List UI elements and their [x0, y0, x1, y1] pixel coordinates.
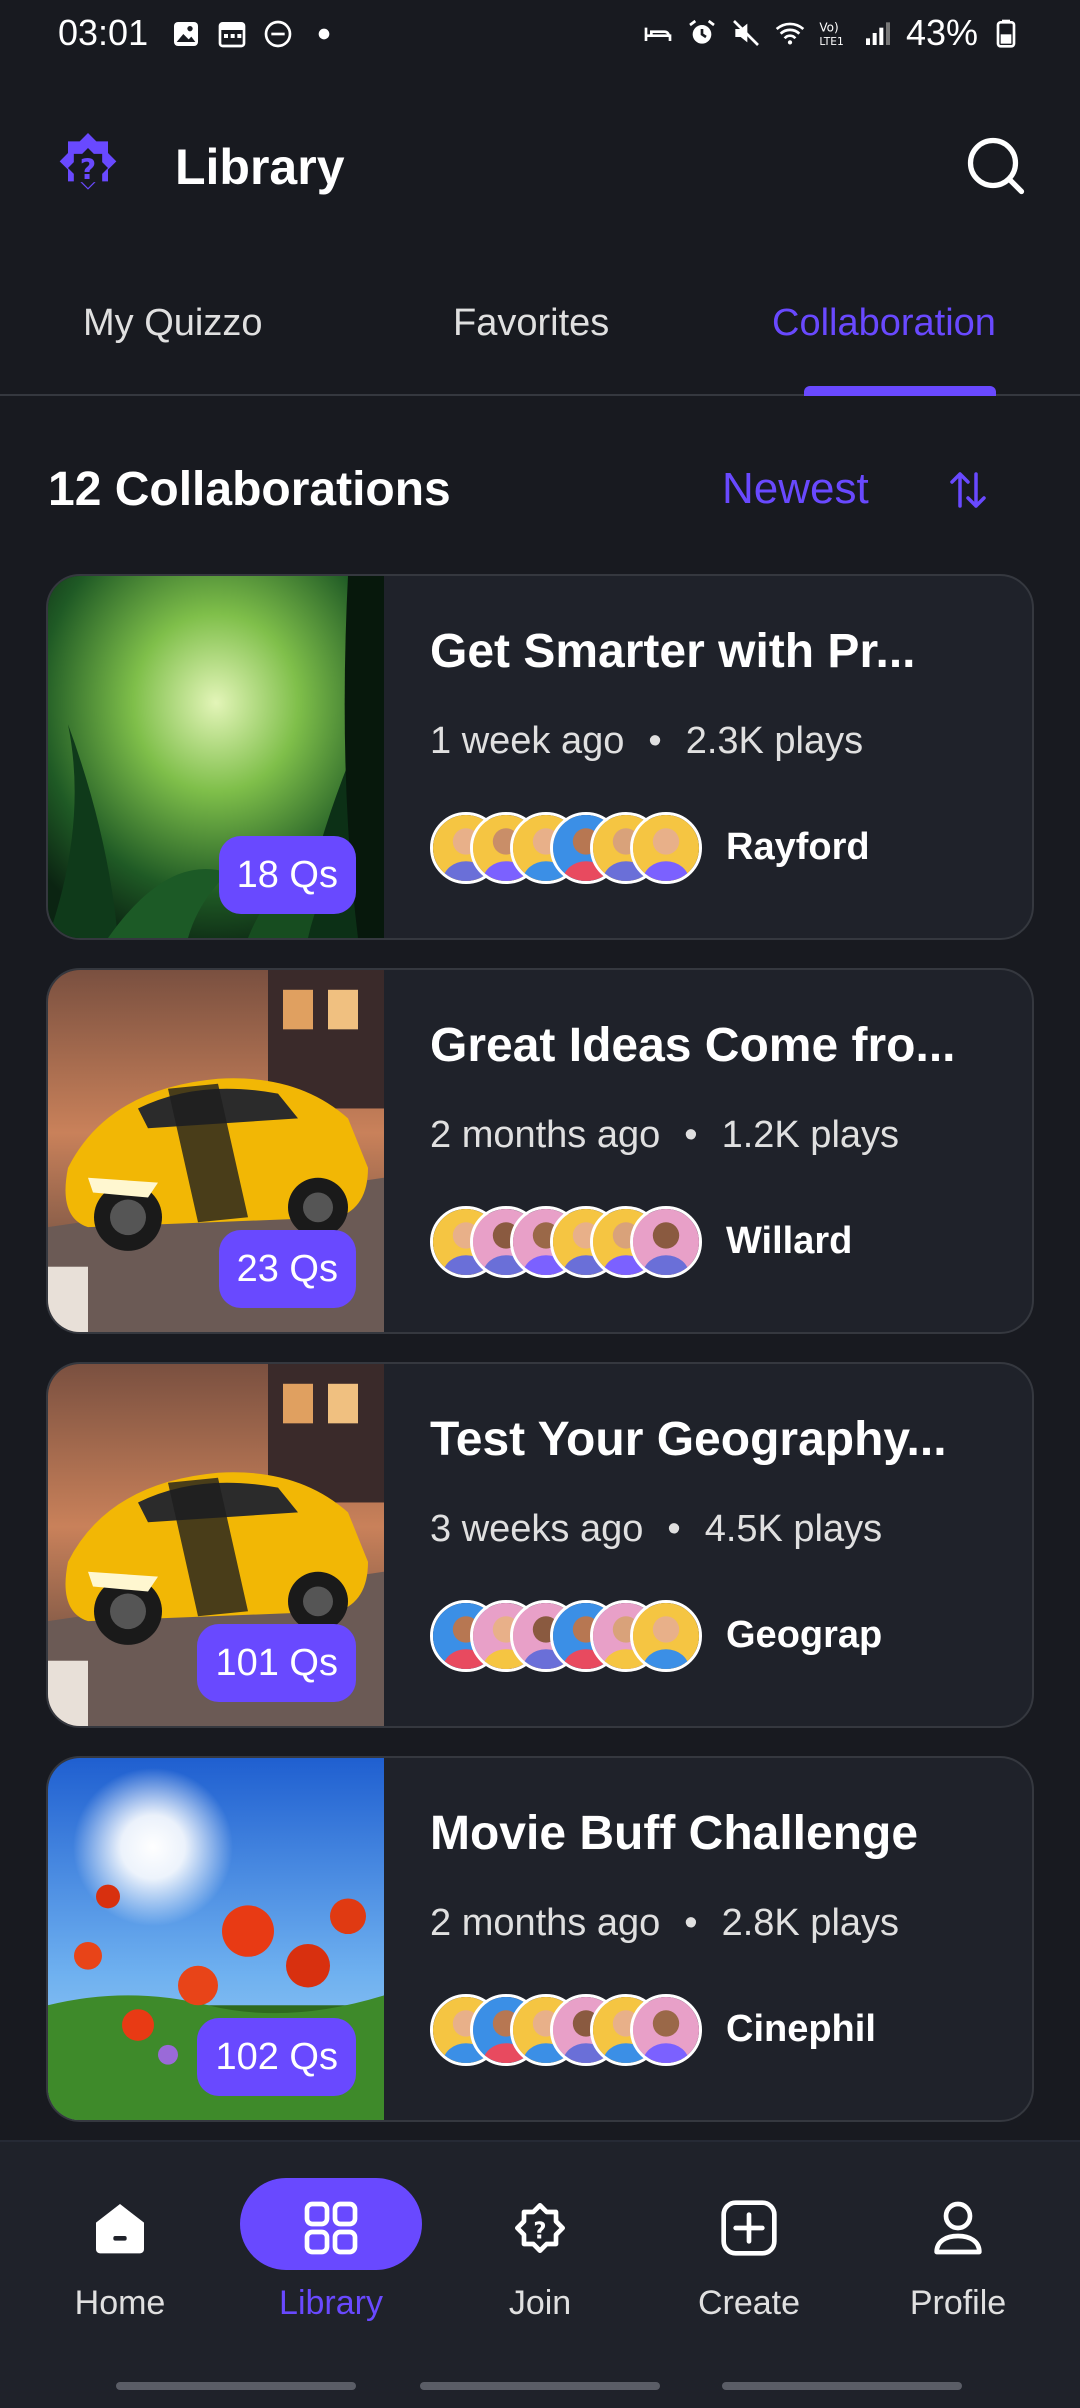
svg-text:Vo): Vo) — [819, 21, 838, 35]
app-header: ? Library — [0, 120, 1080, 220]
quiz-plays: 4.5K plays — [704, 1508, 883, 1550]
volte-icon: Vo)LTE1 — [819, 21, 844, 48]
active-tab-indicator — [804, 386, 996, 396]
sort-arrows-icon[interactable] — [944, 466, 992, 514]
quiz-time: 2 months ago — [430, 1902, 661, 1944]
author-name: Willard — [726, 1220, 853, 1262]
question-count-badge: 23 Qs — [218, 1230, 356, 1308]
plus-square-icon — [721, 2200, 777, 2256]
user-icon — [934, 2201, 982, 2255]
gesture-bar-center — [420, 2382, 660, 2390]
nav-library[interactable]: Library — [241, 2182, 421, 2323]
sort-button[interactable]: Newest — [722, 464, 869, 514]
battery-percent: 43% — [905, 12, 978, 53]
nav-label-home: Home — [74, 2284, 166, 2322]
status-bar: 03:01 Vo) LTE1 43% — [0, 0, 1080, 70]
nav-create[interactable]: Create — [659, 2182, 839, 2323]
dot-icon — [318, 28, 330, 40]
nav-profile[interactable]: Profile — [868, 2182, 1048, 2323]
quiz-meta: 3 weeks ago • 4.5K plays — [430, 1508, 882, 1551]
wifi-icon — [775, 22, 805, 45]
mute-icon — [732, 20, 759, 46]
bottom-navigation: Home Library ? Join Create Profile — [0, 2140, 1080, 2408]
svg-text:?: ? — [533, 2219, 546, 2245]
svg-text:?: ? — [80, 154, 96, 187]
library-tabs: My Quizzo Favorites Collaboration — [0, 280, 1080, 396]
search-icon[interactable] — [960, 130, 1032, 202]
grid-icon — [304, 2201, 358, 2255]
status-left-icons — [170, 18, 340, 50]
meta-separator: • — [684, 1114, 698, 1156]
meta-separator: • — [667, 1508, 681, 1550]
quiz-thumbnail-jungle: 18 Qs — [48, 576, 384, 938]
section-title: 12 Collaborations — [48, 463, 451, 516]
quiz-meta: 1 week ago • 2.3K plays — [430, 720, 863, 763]
question-count-badge: 18 Qs — [218, 836, 356, 914]
quiz-title: Test Your Geography... — [430, 1413, 947, 1466]
svg-text:LTE1: LTE1 — [819, 35, 844, 48]
quiz-card[interactable]: 18 Qs Get Smarter with Pr... 1 week ago •… — [46, 574, 1034, 940]
quiz-logo-icon: ? — [59, 133, 117, 190]
battery-icon — [996, 19, 1016, 48]
avatar — [630, 1206, 702, 1278]
status-time: 03:01 — [58, 12, 149, 53]
meta-separator: • — [648, 720, 662, 762]
author-name: Rayford — [726, 826, 870, 868]
tab-collaboration[interactable]: Collaboration — [772, 302, 996, 345]
collaborator-avatars — [430, 1994, 710, 2066]
gesture-bar-left — [116, 2382, 356, 2390]
quiz-thumbnail-car: 101 Qs — [48, 1364, 384, 1726]
quiz-join-icon: ? — [515, 2203, 565, 2253]
gallery-icon — [174, 22, 198, 46]
quiz-thumbnail-car: 23 Qs — [48, 970, 384, 1332]
alarm-icon — [689, 19, 715, 44]
author-name: Cinephil — [726, 2008, 876, 2050]
avatar — [630, 1600, 702, 1672]
quiz-thumbnail-poppies: 102 Qs — [48, 1758, 384, 2120]
nav-label-join: Join — [508, 2284, 572, 2322]
quiz-title: Get Smarter with Pr... — [430, 625, 916, 678]
quiz-card[interactable]: 102 Qs Movie Buff Challenge 2 months ago… — [46, 1756, 1034, 2122]
home-icon — [96, 2204, 144, 2254]
do-not-disturb-icon — [264, 20, 292, 48]
page-title: Library — [175, 139, 345, 195]
meta-separator: • — [684, 1902, 698, 1944]
quiz-time: 1 week ago — [430, 720, 625, 762]
avatar — [630, 1994, 702, 2066]
tab-favorites[interactable]: Favorites — [453, 302, 609, 345]
quiz-time: 3 weeks ago — [430, 1508, 644, 1550]
quiz-plays: 2.3K plays — [685, 720, 864, 762]
avatar — [630, 812, 702, 884]
gesture-bar-right — [722, 2382, 962, 2390]
quiz-meta: 2 months ago • 1.2K plays — [430, 1114, 899, 1157]
tab-my-quizzo[interactable]: My Quizzo — [83, 302, 262, 345]
status-right-icons: Vo) LTE1 43% — [642, 12, 1022, 54]
quiz-title: Movie Buff Challenge — [430, 1807, 919, 1860]
quiz-plays: 1.2K plays — [721, 1114, 900, 1156]
quiz-time: 2 months ago — [430, 1114, 661, 1156]
nav-label-profile: Profile — [909, 2284, 1007, 2322]
quiz-meta: 2 months ago • 2.8K plays — [430, 1902, 899, 1945]
quiz-title: Great Ideas Come fro... — [430, 1019, 956, 1072]
quiz-card[interactable]: 23 Qs Great Ideas Come fro... 2 months a… — [46, 968, 1034, 1334]
collaborator-avatars — [430, 812, 710, 884]
sleep-icon — [644, 27, 672, 41]
question-count-badge: 101 Qs — [197, 1624, 356, 1702]
quiz-card[interactable]: 101 Qs Test Your Geography... 3 weeks ag… — [46, 1362, 1034, 1728]
nav-join[interactable]: ? Join — [450, 2182, 630, 2323]
quiz-plays: 2.8K plays — [721, 1902, 900, 1944]
author-name: Geograp — [726, 1614, 883, 1656]
question-count-badge: 102 Qs — [197, 2018, 356, 2096]
collaborator-avatars — [430, 1206, 710, 1278]
calendar-icon — [218, 22, 246, 48]
nav-label-library: Library — [279, 2284, 383, 2322]
nav-label-create: Create — [697, 2284, 801, 2322]
collaborator-avatars — [430, 1600, 710, 1672]
signal-icon — [865, 22, 890, 45]
nav-home[interactable]: Home — [30, 2182, 210, 2323]
